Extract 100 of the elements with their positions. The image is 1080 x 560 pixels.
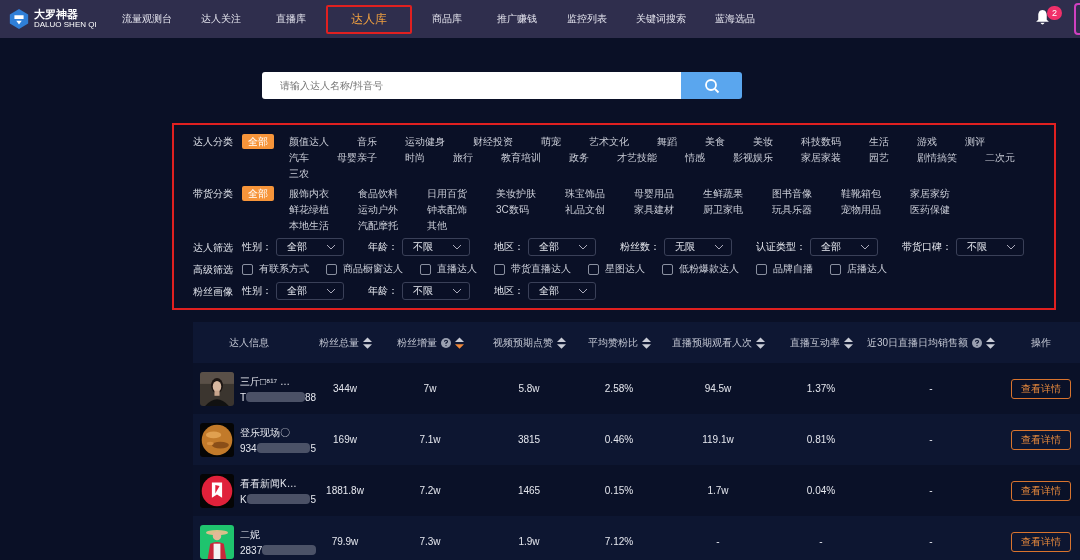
sort-icon[interactable] [556,336,566,349]
option-tag[interactable]: 三农 [289,166,309,181]
option-tag[interactable]: 汽配摩托 [358,218,427,233]
details-button[interactable]: 查看详情 [1010,480,1071,501]
option-tag[interactable]: 舞蹈 [657,134,677,149]
option-tag[interactable]: 其他 [427,218,496,233]
nav-tab[interactable]: 商品库 [412,4,482,34]
option-tag[interactable]: 美妆护肤 [496,186,565,201]
checkbox[interactable] [420,263,431,275]
dropdown[interactable]: 全部 [810,238,878,256]
nav-tab[interactable]: 流量观测台 [108,4,186,34]
option-tag[interactable]: 政务 [569,150,589,165]
sort-icon[interactable] [362,336,372,349]
option-tag[interactable]: 日用百货 [427,186,496,201]
option-tag[interactable]: 医药保健 [910,202,979,217]
option-tag[interactable]: 礼品文创 [565,202,634,217]
option-tag[interactable]: 服饰内衣 [289,186,358,201]
option-tag[interactable]: 3C数码 [496,202,565,217]
option-tag[interactable]: 影视娱乐 [733,150,773,165]
sort-icon[interactable] [454,336,464,349]
option-tag[interactable]: 美食 [705,134,725,149]
checkbox[interactable] [242,263,253,275]
checkbox[interactable] [662,263,673,275]
checkbox[interactable] [326,263,337,275]
dropdown[interactable]: 无限 [664,238,732,256]
option-tag[interactable]: 珠宝饰品 [565,186,634,201]
checkbox[interactable] [494,263,505,275]
option-tag[interactable]: 时尚 [405,150,425,165]
option-tag[interactable]: 玩具乐器 [772,202,841,217]
option-tag[interactable]: 食品饮料 [358,186,427,201]
chevron-icon [326,244,336,250]
nav-tab[interactable]: 直播库 [256,4,326,34]
table-cell: 2.58% [604,383,634,394]
option-tag[interactable]: 母婴亲子 [337,150,377,165]
sort-icon[interactable] [843,336,853,349]
option-tag[interactable]: 生活 [869,134,889,149]
option-tag[interactable]: 家具建材 [634,202,703,217]
dropdown[interactable]: 全部 [528,282,596,300]
nav-tab[interactable]: 推广赚钱 [482,4,552,34]
column-header[interactable]: 视频预期点赞 [492,335,553,350]
option-tag[interactable]: 音乐 [357,134,377,149]
dropdown[interactable]: 全部 [528,238,596,256]
option-tag[interactable]: 才艺技能 [617,150,657,165]
option-tag[interactable]: 厨卫家电 [703,202,772,217]
dropdown[interactable]: 全部 [276,238,344,256]
option-tag[interactable]: 科技数码 [801,134,841,149]
bell-icon[interactable] [1034,9,1051,26]
option-tag[interactable]: 萌宠 [541,134,561,149]
checkbox[interactable] [588,263,599,275]
option-tag[interactable]: 艺术文化 [589,134,629,149]
option-tag[interactable]: 运动户外 [358,202,427,217]
option-tag[interactable]: 生鲜蔬果 [703,186,772,201]
option-tag[interactable]: 宠物用品 [841,202,910,217]
column-header[interactable]: 直播互动率 [789,335,840,350]
checkbox[interactable] [830,263,841,275]
dropdown[interactable]: 不限 [402,238,470,256]
option-tag[interactable]: 美妆 [753,134,773,149]
option-tag[interactable]: 汽车 [289,150,309,165]
nav-tab[interactable]: 达人库 [326,4,412,34]
option-tag[interactable]: 情感 [685,150,705,165]
option-tag[interactable]: 教育培训 [501,150,541,165]
option-tag[interactable]: 颜值达人 [289,134,329,149]
sort-icon[interactable] [641,336,651,349]
option-tag[interactable]: 游戏 [917,134,937,149]
dropdown[interactable]: 不限 [402,282,470,300]
column-header[interactable]: 平均赞粉比 [587,335,638,350]
option-tag[interactable]: 本地生活 [289,218,358,233]
option-tag[interactable]: 二次元 [985,150,1015,165]
details-button[interactable]: 查看详情 [1010,378,1071,399]
dropdown[interactable]: 全部 [276,282,344,300]
option-tag[interactable]: 母婴用品 [634,186,703,201]
option-tag[interactable]: 家居家装 [801,150,841,165]
select-label: 地区： [494,284,524,298]
details-button[interactable]: 查看详情 [1010,531,1071,552]
option-tag[interactable]: 钟表配饰 [427,202,496,217]
nav-tab[interactable]: 达人关注 [186,4,256,34]
option-tag[interactable]: 测评 [965,134,985,149]
column-header[interactable]: 直播预期观看人次 [671,335,752,350]
option-tag[interactable]: 财经投资 [473,134,513,149]
search-field[interactable]: 请输入达人名称/抖音号 [262,72,681,99]
column-header[interactable]: 粉丝增量 [396,335,437,350]
option-tag[interactable]: 旅行 [453,150,473,165]
option-tag[interactable]: 运动健身 [405,134,445,149]
nav-tab[interactable]: 关键词搜索 [622,4,700,34]
column-header[interactable]: 近30日直播日均销售额 [866,335,969,350]
table-cell: 344w [333,383,357,394]
option-tag[interactable]: 鞋靴箱包 [841,186,910,201]
option-tag[interactable]: 图书音像 [772,186,841,201]
option-tag[interactable]: 鲜花绿植 [289,202,358,217]
details-button[interactable]: 查看详情 [1010,429,1071,450]
checkbox[interactable] [756,263,767,275]
dropdown[interactable]: 不限 [956,238,1024,256]
column-header[interactable]: 粉丝总量 [318,335,359,350]
option-tag[interactable]: 园艺 [869,150,889,165]
sort-icon[interactable] [755,336,765,349]
nav-tab[interactable]: 监控列表 [552,4,622,34]
nav-tab[interactable]: 蓝海选品 [700,4,770,34]
option-tag[interactable]: 剧情搞笑 [917,150,957,165]
option-tag[interactable]: 家居家纺 [910,186,979,201]
sort-icon[interactable] [986,336,996,349]
